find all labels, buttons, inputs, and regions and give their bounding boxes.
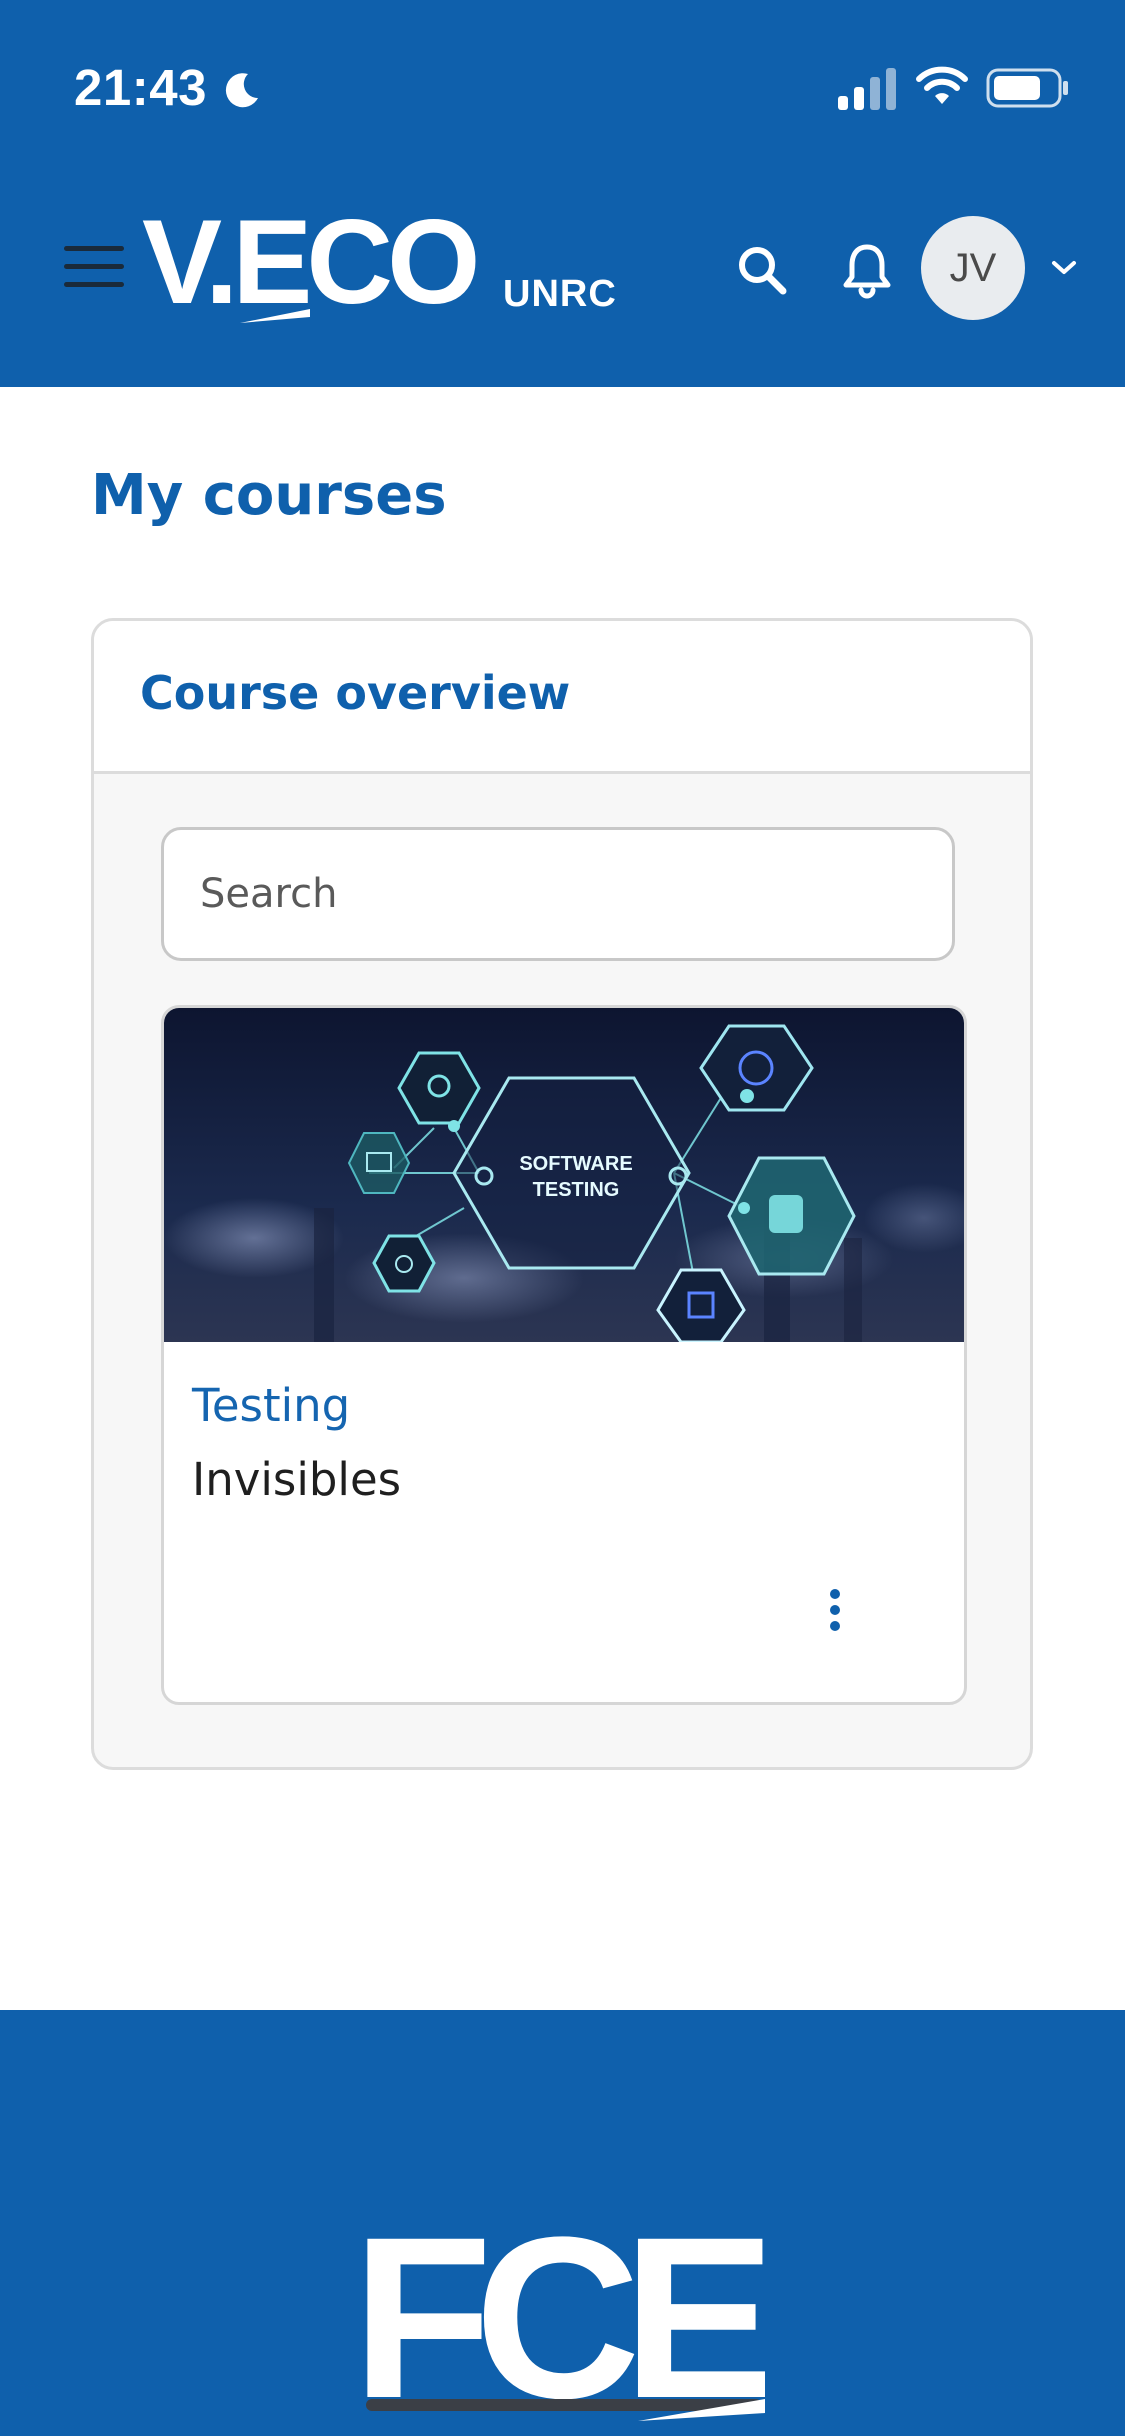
search-icon[interactable] bbox=[735, 243, 789, 297]
course-overview-title: Course overview bbox=[140, 666, 571, 720]
more-vertical-icon[interactable] bbox=[820, 1578, 850, 1648]
course-name[interactable]: Invisibles bbox=[192, 1450, 401, 1510]
bell-icon[interactable] bbox=[840, 241, 894, 299]
battery-icon bbox=[986, 68, 1068, 108]
site-logo[interactable]: V.ECO bbox=[142, 205, 492, 330]
status-time: 21:43 bbox=[74, 59, 207, 116]
course-category-link[interactable]: Testing bbox=[192, 1376, 350, 1436]
page-title: My courses bbox=[91, 463, 447, 528]
chevron-down-icon[interactable] bbox=[1050, 258, 1078, 278]
menu-icon[interactable] bbox=[64, 242, 126, 292]
top-bar: 21:43 V.ECO UNRC JV bbox=[0, 0, 1125, 387]
user-avatar[interactable]: JV bbox=[921, 216, 1025, 320]
logo-subtitle: UNRC bbox=[503, 273, 617, 315]
footer: FCE bbox=[0, 2010, 1125, 2436]
course-overview-block: Course overview Search SOFTWARE TESTING … bbox=[91, 618, 1033, 1770]
moon-icon bbox=[225, 73, 258, 108]
image-text-line1: SOFTWARE bbox=[519, 1153, 632, 1175]
image-text-line2: TESTING bbox=[533, 1179, 620, 1201]
signal-icon bbox=[838, 68, 896, 110]
course-card[interactable]: SOFTWARE TESTING Testing Invisibles bbox=[161, 1005, 967, 1705]
course-image[interactable]: SOFTWARE TESTING bbox=[164, 1008, 964, 1342]
wifi-icon bbox=[916, 66, 968, 104]
course-overview-header: Course overview bbox=[94, 621, 1030, 774]
footer-logo: FCE bbox=[360, 2215, 765, 2436]
course-search-input[interactable] bbox=[161, 827, 955, 961]
